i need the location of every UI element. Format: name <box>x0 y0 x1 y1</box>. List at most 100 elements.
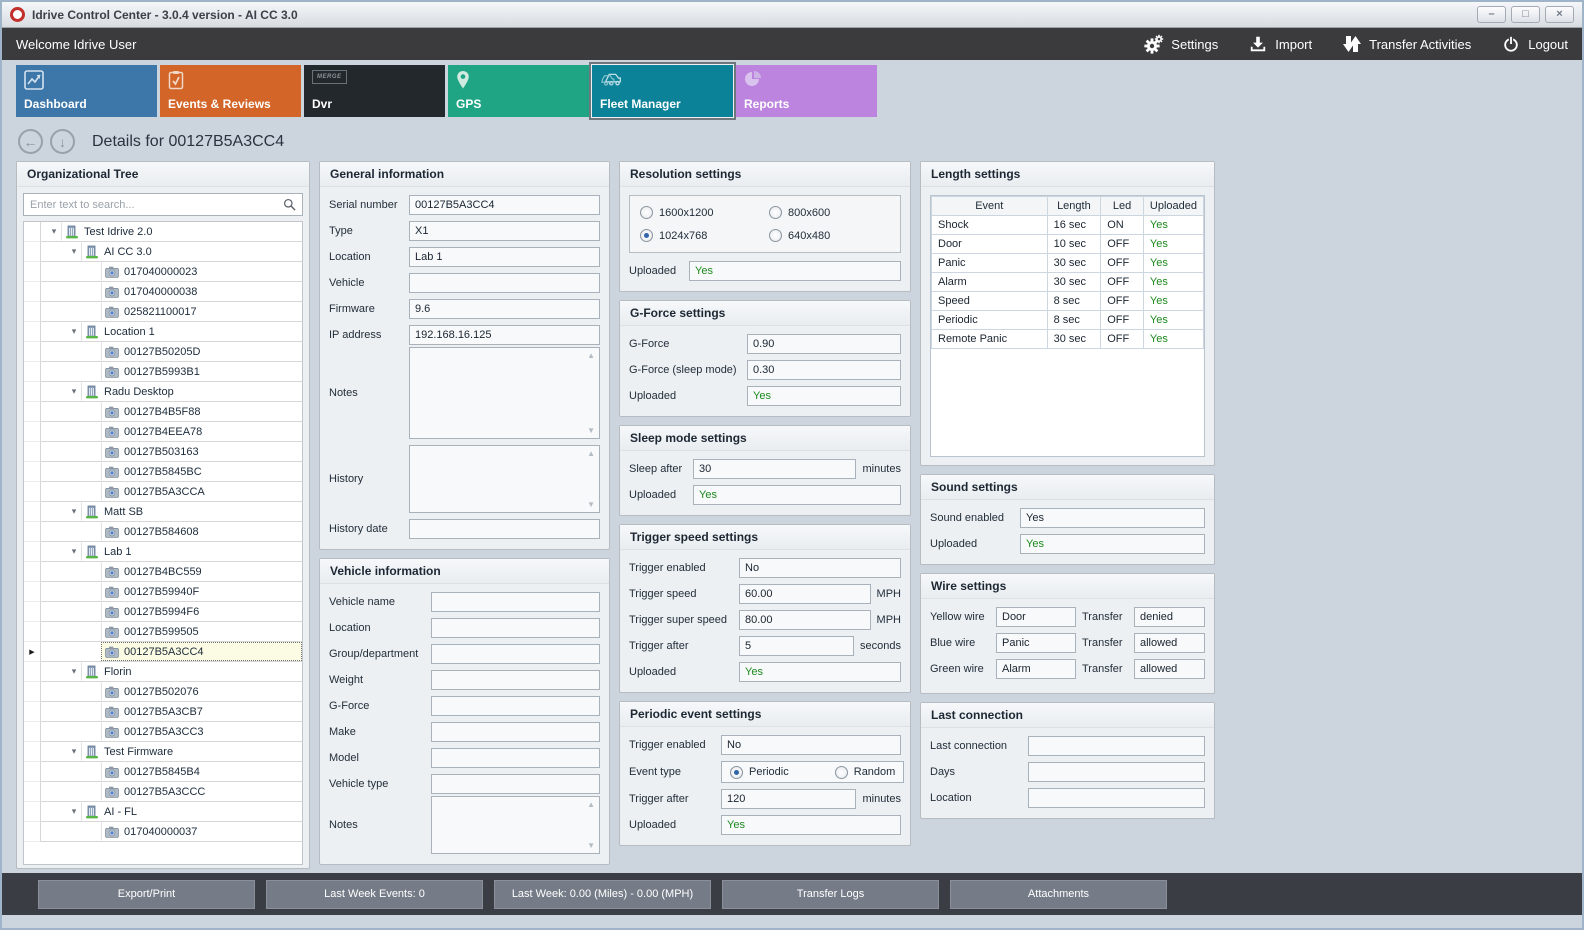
tree-node[interactable]: ▶ ▾ <box>24 262 302 282</box>
bottom-bar-button[interactable]: Transfer Logs <box>722 880 939 909</box>
tab-dashboard[interactable]: Dashboard <box>16 65 157 117</box>
text-input[interactable]: No <box>721 735 901 755</box>
text-input[interactable] <box>409 273 600 293</box>
tree-node[interactable]: ▶ ▾ <box>24 282 302 302</box>
tree-search-input[interactable]: Enter text to search... <box>23 193 303 216</box>
tree-node[interactable]: ▶ ▾ <box>24 322 302 342</box>
text-input[interactable] <box>431 748 600 768</box>
logout-button[interactable]: Logout <box>1501 34 1568 54</box>
text-input[interactable] <box>431 696 600 716</box>
settings-button[interactable]: Settings <box>1144 34 1218 54</box>
table-row[interactable]: Door 10 sec OFF Yes <box>932 235 1204 254</box>
column-header[interactable]: Led <box>1101 197 1144 216</box>
table-row[interactable]: Alarm 30 sec OFF Yes <box>932 273 1204 292</box>
wire-event-input[interactable]: Alarm <box>996 659 1076 679</box>
text-input[interactable] <box>431 722 600 742</box>
tab-fleet-manager[interactable]: Fleet Manager <box>592 65 733 117</box>
expander-icon[interactable]: ▾ <box>67 666 81 677</box>
resolution-radio[interactable]: 1024x768 <box>640 229 761 242</box>
column-header[interactable]: Uploaded <box>1143 197 1203 216</box>
text-input[interactable]: Yes <box>739 662 901 682</box>
expander-icon[interactable]: ▾ <box>67 506 81 517</box>
bottom-bar-button[interactable]: Last Week: 0.00 (Miles) - 0.00 (MPH) <box>494 880 711 909</box>
tree-node[interactable]: ▶ ▾ <box>24 522 302 542</box>
expander-icon[interactable]: ▾ <box>67 246 81 257</box>
tree-node[interactable]: ▶ ▾ <box>24 722 302 742</box>
tree-node[interactable]: ▶ ▾ <box>24 822 302 842</box>
tree-node[interactable]: ▶ ▾ <box>24 682 302 702</box>
tree-node[interactable]: ▶ ▾ <box>24 222 302 242</box>
text-input[interactable]: Yes <box>747 386 901 406</box>
notes-textarea[interactable]: ▲ ▼ <box>409 347 600 439</box>
bottom-bar-button[interactable]: Export/Print <box>38 880 255 909</box>
history-textarea[interactable]: ▲ ▼ <box>409 445 600 513</box>
table-row[interactable]: Shock 16 sec ON Yes <box>932 216 1204 235</box>
column-header[interactable]: Event <box>932 197 1048 216</box>
text-input[interactable]: Lab 1 <box>409 247 600 267</box>
tree-node[interactable]: ▶ ▾ <box>24 662 302 682</box>
text-input[interactable] <box>431 592 600 612</box>
transfer-input[interactable]: allowed <box>1134 633 1205 653</box>
text-input[interactable]: Yes <box>693 485 901 505</box>
wire-event-input[interactable]: Panic <box>996 633 1076 653</box>
tree-node[interactable]: ▶ ▾ <box>24 482 302 502</box>
tree-node[interactable]: ▶ ▾ <box>24 542 302 562</box>
text-input[interactable] <box>409 519 600 539</box>
bottom-bar-button[interactable]: Last Week Events: 0 <box>266 880 483 909</box>
column-header[interactable]: Length <box>1047 197 1101 216</box>
text-input[interactable]: 9.6 <box>409 299 600 319</box>
text-input[interactable] <box>431 644 600 664</box>
tree-node[interactable]: ▶ ▾ <box>24 382 302 402</box>
tree-node[interactable]: ▶ ▾ <box>24 702 302 722</box>
text-input[interactable]: 120 <box>721 789 856 809</box>
text-input[interactable]: Yes <box>1020 534 1205 554</box>
scroll-down-icon[interactable]: ▼ <box>587 500 595 509</box>
tree-node[interactable]: ▶ ▾ <box>24 342 302 362</box>
tree-node[interactable]: ▶ ▾ <box>24 762 302 782</box>
table-row[interactable]: Speed 8 sec OFF Yes <box>932 292 1204 311</box>
tree-node[interactable]: ▶ ▾ <box>24 242 302 262</box>
minimize-button[interactable]: – <box>1477 6 1506 23</box>
tree-node[interactable]: ▶ ▾ <box>24 442 302 462</box>
text-input[interactable] <box>431 774 600 794</box>
text-input[interactable]: 5 <box>739 636 854 656</box>
text-input[interactable]: 0.30 <box>747 360 901 380</box>
transfer-input[interactable]: denied <box>1134 607 1205 627</box>
tree-node[interactable]: ▶ ▾ <box>24 502 302 522</box>
tree-node[interactable]: ▶ ▾ <box>24 622 302 642</box>
resolution-radio[interactable]: 800x600 <box>769 206 890 219</box>
import-button[interactable]: Import <box>1248 34 1312 54</box>
transfer-input[interactable]: allowed <box>1134 659 1205 679</box>
tree-node[interactable]: ▶ ▾ <box>24 402 302 422</box>
tree-node[interactable]: ▶ ▾ <box>24 742 302 762</box>
tree-node[interactable]: ▶ ▾ <box>24 362 302 382</box>
text-input[interactable]: 80.00 <box>739 610 871 630</box>
wire-event-input[interactable]: Door <box>996 607 1076 627</box>
resolution-radio[interactable]: 1600x1200 <box>640 206 761 219</box>
text-input[interactable] <box>431 618 600 638</box>
transfer-activities-button[interactable]: Transfer Activities <box>1342 34 1471 54</box>
vehicle-notes-textarea[interactable]: ▲ ▼ <box>431 796 600 854</box>
tab-events-reviews[interactable]: Events & Reviews <box>160 65 301 117</box>
back-arrow-button[interactable]: ← <box>18 129 43 154</box>
tree-node[interactable]: ▶ ▾ <box>24 562 302 582</box>
tree-node[interactable]: ▶ ▾ <box>24 642 302 662</box>
event-type-radio[interactable]: Random <box>835 766 896 779</box>
tree-node[interactable]: ▶ ▾ <box>24 302 302 322</box>
text-input[interactable]: 60.00 <box>739 584 871 604</box>
table-row[interactable]: Panic 30 sec OFF Yes <box>932 254 1204 273</box>
text-input[interactable]: 30 <box>693 459 856 479</box>
tab-reports[interactable]: Reports <box>736 65 877 117</box>
tree-node[interactable]: ▶ ▾ <box>24 602 302 622</box>
down-arrow-button[interactable]: ↓ <box>50 129 75 154</box>
text-input[interactable] <box>1028 788 1205 808</box>
event-type-radio[interactable]: Periodic <box>730 766 789 779</box>
tree-node[interactable]: ▶ ▾ <box>24 462 302 482</box>
text-input[interactable] <box>431 670 600 690</box>
tree-node[interactable]: ▶ ▾ <box>24 802 302 822</box>
table-row[interactable]: Remote Panic 30 sec OFF Yes <box>932 330 1204 349</box>
scroll-up-icon[interactable]: ▲ <box>587 449 595 458</box>
text-input[interactable]: 00127B5A3CC4 <box>409 195 600 215</box>
text-input[interactable]: Yes <box>1020 508 1205 528</box>
tree-node[interactable]: ▶ ▾ <box>24 422 302 442</box>
